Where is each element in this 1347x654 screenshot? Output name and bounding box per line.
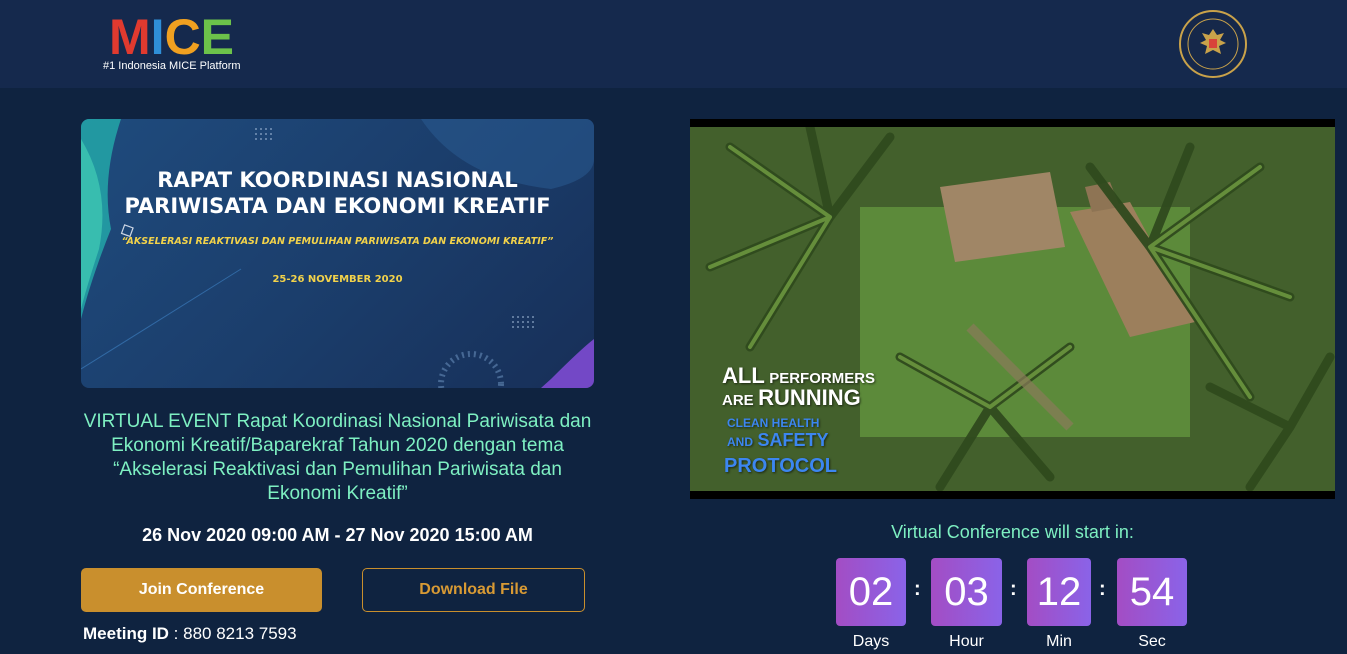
meeting-id-separator: : [168,624,184,643]
mice-logo[interactable]: MICE #1 Indonesia MICE Platform [103,12,241,72]
video-caption-running: RUNNING [758,385,861,410]
video-caption-and: AND [727,435,753,449]
countdown-seconds: 54 [1117,558,1187,626]
meeting-id: Meeting ID : 880 8213 7593 [83,624,297,644]
meeting-id-value: 880 8213 7593 [183,624,297,643]
banner-title-line1: RAPAT KOORDINASI NASIONAL [157,168,518,192]
event-time: 26 Nov 2020 09:00 AM - 27 Nov 2020 15:00… [142,525,533,545]
countdown-hours: 03 [931,558,1002,626]
video-caption-line3: CLEAN HEALTH [727,416,820,430]
meeting-id-label: Meeting ID [83,624,169,643]
countdown-separator: : [1010,578,1017,600]
video-caption-line2: ARE RUNNING [722,385,861,411]
join-conference-button[interactable]: Join Conference [81,568,322,612]
countdown-minutes: 12 [1027,558,1091,626]
banner-title-line2: PARIWISATA DAN EKONOMI KREATIF [124,194,551,218]
countdown-days-label: Days [852,633,890,650]
logo-wordmark: MICE [109,12,241,62]
logo-tagline: #1 Indonesia MICE Platform [103,60,241,72]
video-caption-line4: AND SAFETY [727,430,828,451]
garuda-seal-icon [1178,9,1248,79]
download-file-button[interactable]: Download File [362,568,585,612]
video-caption-line5: PROTOCOL [724,455,837,477]
video-player[interactable]: ALL PERFORMERS ARE RUNNING CLEAN HEALTH … [690,119,1335,499]
banner-date: 25-26 NOVEMBER 2020 [272,274,403,285]
video-caption-safety: SAFETY [757,430,829,450]
logo-letter-m: M [109,9,151,65]
logo-letter-c: C [164,9,201,65]
event-description: VIRTUAL EVENT Rapat Koordinasi Nasional … [83,411,592,504]
countdown-separator: : [914,578,921,600]
video-frame: ALL PERFORMERS ARE RUNNING CLEAN HEALTH … [690,127,1335,491]
countdown-separator: : [1099,578,1106,600]
logo-letter-i: I [150,9,165,65]
countdown-days: 02 [836,558,906,626]
top-bar: MICE #1 Indonesia MICE Platform [0,0,1347,88]
video-caption-are: ARE [722,392,754,409]
countdown-minutes-label: Min [1046,633,1072,650]
event-banner: RAPAT KOORDINASI NASIONAL PARIWISATA DAN… [81,119,594,388]
logo-letter-e: E [200,9,235,65]
countdown-label: Virtual Conference will start in: [891,522,1134,542]
countdown-seconds-label: Sec [1138,633,1166,650]
banner-decoration [81,119,594,388]
countdown-hours-label: Hour [949,633,984,650]
banner-subtitle: “AKSELERASI REAKTIVASI DAN PEMULIHAN PAR… [121,236,554,247]
